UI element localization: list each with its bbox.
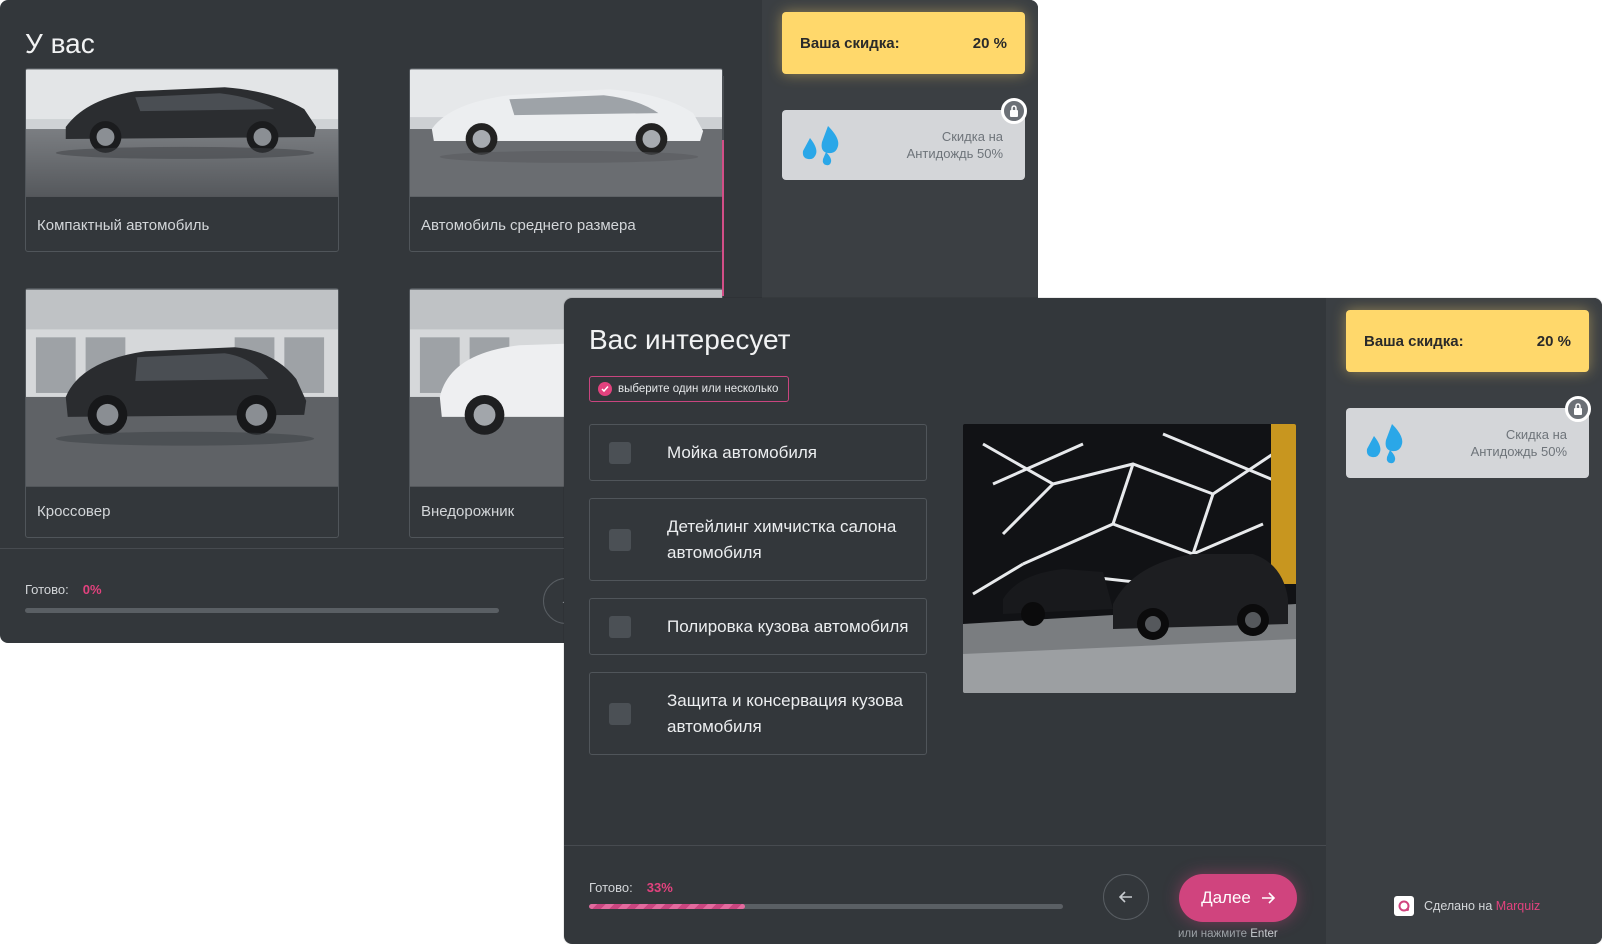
progress-label: Готово: 33% [589, 880, 673, 895]
checkbox[interactable] [609, 528, 631, 551]
bonus-card: Скидка на Антидождь 50% [782, 98, 1027, 180]
bonus-text-line-2: Антидождь 50% [1470, 444, 1567, 459]
selection-hint-badge: выберите один или несколько [589, 376, 790, 402]
page-title: Вас интересует [589, 324, 791, 355]
selection-hint-text: выберите один или несколько [618, 383, 779, 395]
card-label: Кроссовер [37, 503, 111, 520]
compact-car-photo [26, 69, 338, 197]
midsize-car-photo [410, 69, 722, 197]
bonus-text: Скидка на Антидождь 50% [1471, 426, 1567, 460]
progress-value: 33% [646, 880, 673, 895]
discount-box: Ваша скидка: 20 % [1346, 310, 1589, 372]
checkbox[interactable] [609, 615, 631, 638]
bonus-text-line-2: Антидождь 50% [906, 146, 1003, 161]
option-text: Защита и консервация кузова автомобиля [667, 690, 904, 736]
bonus-card: Скидка на Антидождь 50% [1346, 396, 1591, 478]
progress-bar [25, 608, 499, 613]
quiz-window-front: Вас интересует выберите один или несколь… [564, 298, 1602, 944]
card-crossover[interactable]: Кроссовер [25, 288, 339, 538]
next-button-label: Далее [1201, 888, 1251, 907]
back-button[interactable] [1103, 874, 1149, 920]
footer-divider [564, 845, 1326, 846]
discount-label: Ваша скидка: [1364, 332, 1464, 350]
crossover-photo [26, 289, 338, 487]
progress-fill [589, 904, 746, 909]
bonus-text-line-1: Скидка на [941, 129, 1003, 144]
card-compact-car[interactable]: Компактный автомобиль [25, 68, 339, 252]
next-button[interactable]: Далее [1179, 874, 1297, 922]
enter-hint-key: Enter [1250, 928, 1278, 940]
progress-label: Готово: 0% [25, 582, 102, 597]
marquiz-logo-icon [1394, 896, 1414, 916]
discount-value: 20 % [1536, 332, 1571, 350]
water-drops-icon [802, 126, 839, 166]
option-body-protection[interactable]: Защита и консервация кузова автомобиля [589, 672, 927, 755]
card-label: Компактный автомобиль [37, 217, 210, 234]
made-brand: Marquiz [1495, 899, 1541, 913]
option-body-polishing[interactable]: Полировка кузова автомобиля [589, 598, 927, 655]
option-text: Детейлинг химчистка салона автомобиля [667, 516, 897, 562]
discount-value: 20 % [972, 34, 1007, 52]
bonus-text: Скидка на Антидождь 50% [907, 128, 1003, 162]
progress-bar [589, 904, 1063, 909]
enter-hint: или нажмите Enter [1178, 928, 1278, 940]
discount-box: Ваша скидка: 20 % [782, 12, 1025, 74]
checkbox[interactable] [609, 441, 631, 464]
option-text: Полировка кузова автомобиля [667, 616, 909, 636]
arrow-left-icon [1119, 891, 1132, 903]
option-car-wash[interactable]: Мойка автомобиля [589, 424, 927, 481]
check-icon [598, 382, 612, 396]
bonus-text-line-1: Скидка на [1505, 427, 1567, 442]
detailing-studio-photo [963, 424, 1296, 693]
card-midsize-car[interactable]: Автомобиль среднего размера [409, 68, 723, 252]
sidebar: Ваша скидка: 20 % Скидка на Антидождь 50… [1326, 298, 1602, 944]
scrollbar[interactable] [722, 76, 724, 296]
water-drops-icon [1366, 424, 1403, 464]
scrollbar-thumb[interactable] [722, 140, 724, 296]
progress-label-text: Готово: [589, 880, 633, 895]
checkbox[interactable] [609, 702, 631, 725]
made-prefix: Сделано на [1424, 899, 1493, 913]
arrow-right-icon [1261, 892, 1275, 904]
progress-value: 0% [82, 582, 102, 597]
option-interior-detailing[interactable]: Детейлинг химчистка салона автомобиля [589, 498, 927, 581]
lock-icon [1565, 396, 1591, 422]
enter-hint-prefix: или нажмите [1178, 928, 1248, 940]
card-label: Внедорожник [421, 503, 515, 520]
made-with-marquiz-link[interactable]: Сделано на Marquiz [1394, 896, 1540, 916]
card-label: Автомобиль среднего размера [421, 217, 636, 234]
page-title: У вас [25, 28, 95, 59]
option-text: Мойка автомобиля [667, 442, 817, 462]
lock-icon [1001, 98, 1027, 124]
discount-label: Ваша скидка: [800, 34, 900, 52]
progress-label-text: Готово: [25, 582, 69, 597]
